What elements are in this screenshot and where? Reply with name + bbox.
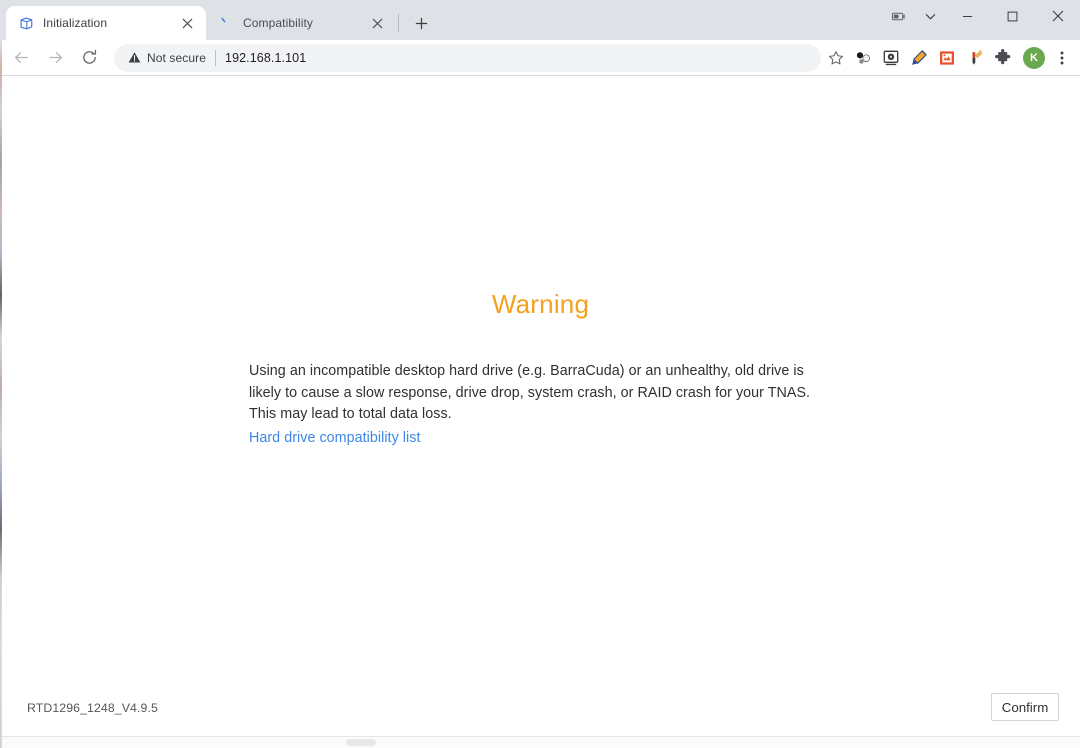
three-dots-menu-icon[interactable]: [1050, 45, 1074, 71]
maximize-button[interactable]: [990, 0, 1035, 32]
page-viewport: Warning Using an incompatible desktop ha…: [0, 76, 1080, 748]
close-window-button[interactable]: [1035, 0, 1080, 32]
tab-divider: [398, 14, 399, 32]
confirm-button[interactable]: Confirm: [991, 693, 1059, 721]
pen-extension-icon[interactable]: [962, 45, 988, 71]
url-text[interactable]: 192.168.1.101: [225, 51, 306, 65]
hard-drive-compatibility-link[interactable]: Hard drive compatibility list: [249, 430, 420, 446]
horizontal-scrollbar[interactable]: [1, 736, 1080, 748]
reload-icon[interactable]: [74, 43, 104, 73]
browser-toolbar: Not secure 192.168.1.101 K: [0, 40, 1080, 76]
forward-arrow-icon[interactable]: [40, 43, 70, 73]
window-caption-controls: [881, 0, 1080, 32]
address-bar[interactable]: Not secure 192.168.1.101: [114, 43, 821, 72]
scrollbar-thumb[interactable]: [346, 739, 376, 746]
webcam-extension-icon[interactable]: [878, 45, 904, 71]
book-extension-icon[interactable]: [934, 45, 960, 71]
tab-initialization[interactable]: Initialization: [6, 6, 206, 40]
page-title: Warning: [491, 289, 590, 319]
close-icon[interactable]: [368, 14, 386, 32]
chevron-down-icon[interactable]: [915, 0, 945, 32]
omnibox-divider: [215, 49, 217, 66]
warning-triangle-icon: [128, 51, 141, 64]
close-icon[interactable]: [178, 14, 196, 32]
back-arrow-icon[interactable]: [6, 43, 36, 73]
new-tab-button[interactable]: [407, 9, 435, 37]
background-window-sliver: [0, 40, 2, 748]
highlighter-extension-icon[interactable]: [906, 45, 932, 71]
firmware-version-label: RTD1296_1248_V4.9.5: [27, 701, 158, 715]
tab-title: Compatibility: [243, 16, 313, 30]
tab-title: Initialization: [43, 16, 108, 30]
molecule-extension-icon[interactable]: [850, 45, 876, 71]
warning-page: Warning Using an incompatible desktop ha…: [1, 76, 1080, 748]
security-status-text: Not secure: [147, 50, 207, 65]
tab-strip: Initialization Compatibility: [0, 0, 1080, 40]
media-cast-icon[interactable]: [881, 0, 915, 32]
loading-icon: [218, 15, 234, 31]
star-icon[interactable]: [823, 45, 849, 71]
puzzle-extensions-icon[interactable]: [990, 45, 1016, 71]
tab-compatibility[interactable]: Compatibility: [206, 6, 396, 40]
browser-window: Initialization Compatibility Not secure …: [0, 0, 1080, 748]
extensions-bar: [849, 45, 1017, 71]
avatar[interactable]: K: [1023, 46, 1045, 69]
warning-body-text: Using an incompatible desktop hard drive…: [249, 363, 811, 422]
cube-icon: [18, 15, 34, 31]
minimize-button[interactable]: [945, 0, 990, 32]
